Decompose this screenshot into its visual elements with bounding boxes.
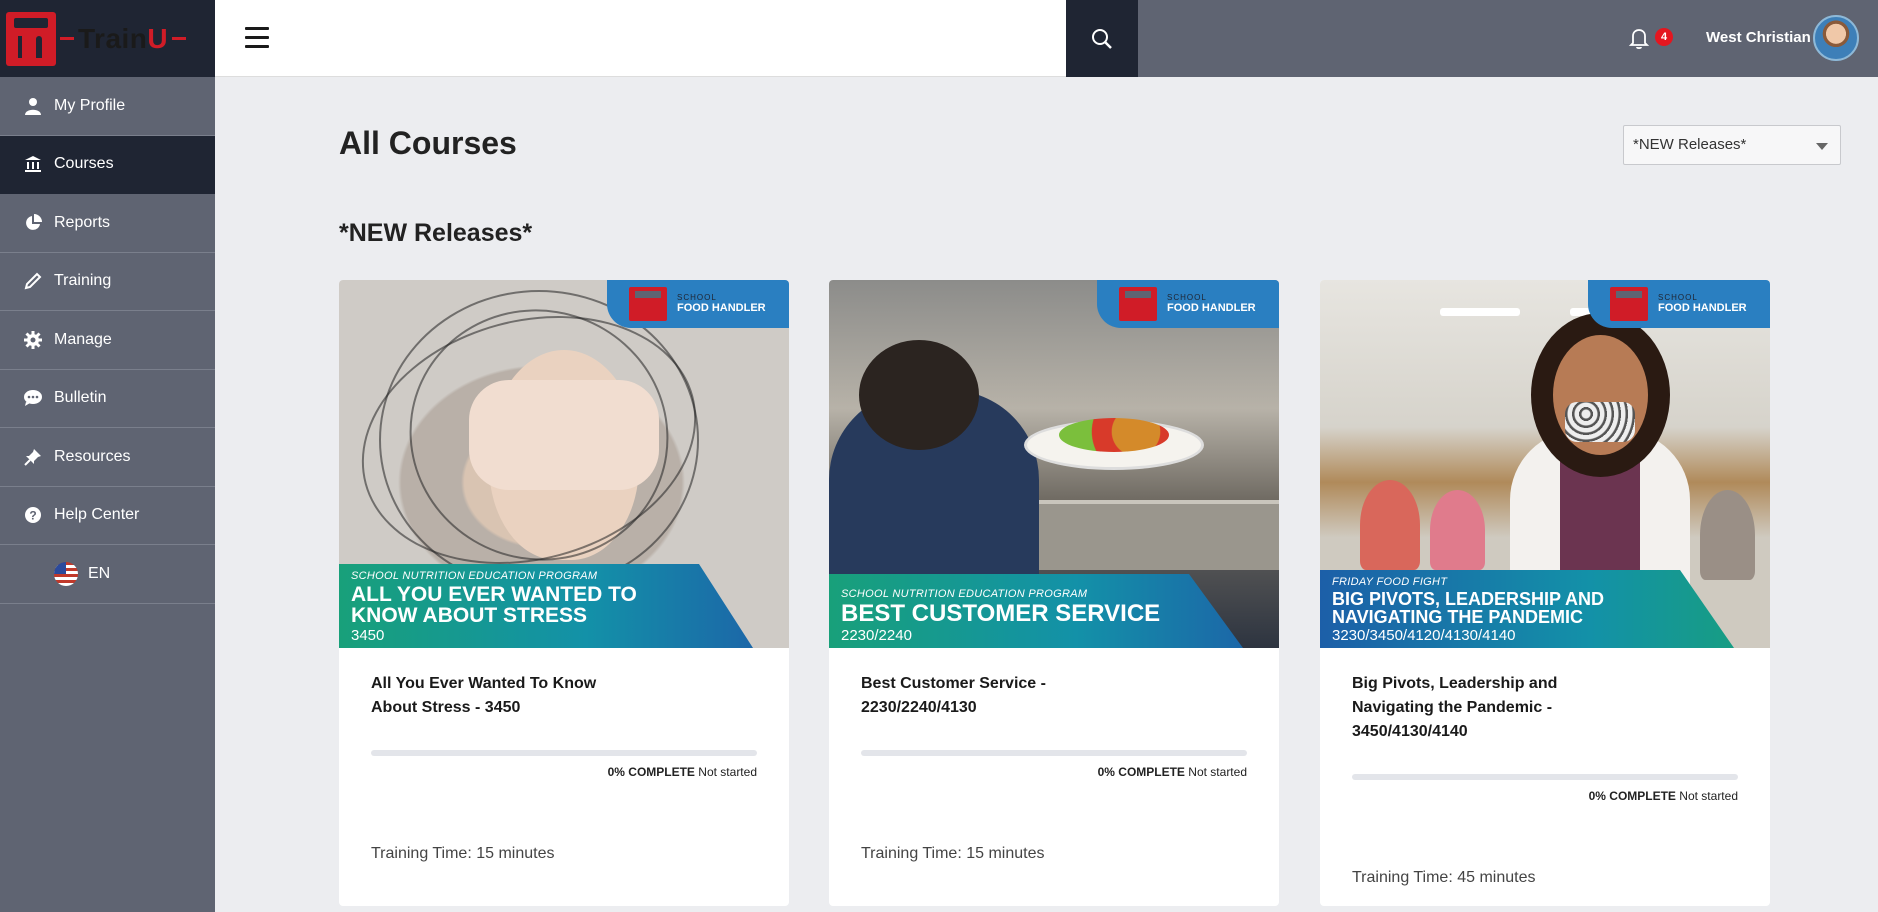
svg-text:?: ? (29, 509, 36, 523)
avatar[interactable] (1813, 15, 1859, 61)
course-card[interactable]: SCHOOL FOOD HANDLER FRIDAY FOOD FIGHT BIG… (1320, 280, 1770, 906)
training-time: Training Time: 15 minutes (861, 845, 1045, 862)
sidebar-item-label: Resources (54, 447, 131, 465)
topbar-search-area (215, 0, 1066, 77)
page-title: All Courses (339, 125, 517, 161)
language-selector[interactable]: EN (0, 545, 215, 604)
us-flag-icon (54, 561, 78, 586)
notification-badge: 4 (1655, 28, 1673, 46)
sidebar-item-label: Bulletin (54, 389, 107, 407)
course-title[interactable]: Best Customer Service - 2230/2240/4130 (861, 672, 1101, 720)
bell-icon[interactable] (1627, 26, 1651, 50)
sidebar-item-label: Help Center (54, 506, 140, 524)
app-logo[interactable]: TrainU (0, 0, 215, 77)
pie-chart-icon (22, 212, 44, 234)
progress-bar (1352, 774, 1738, 780)
progress-label: 0% COMPLETE Not started (1097, 765, 1247, 779)
sidebar-item-bulletin[interactable]: Bulletin (0, 370, 215, 428)
progress-bar (371, 750, 757, 756)
menu-toggle-icon[interactable] (245, 27, 269, 48)
sidebar-item-courses[interactable]: Courses (0, 135, 215, 194)
course-thumbnail: SCHOOL FOOD HANDLER SCHOOL NUTRITION EDUC… (829, 280, 1279, 648)
section-title: *NEW Releases* (339, 219, 533, 247)
training-time: Training Time: 45 minutes (1352, 869, 1536, 886)
logo-text: TrainU (78, 22, 169, 54)
course-thumbnail: SCHOOL FOOD HANDLER FRIDAY FOOD FIGHT BIG… (1320, 280, 1770, 648)
progress-label: 0% COMPLETE Not started (607, 765, 757, 779)
school-food-handler-logo: SCHOOL FOOD HANDLER (607, 280, 789, 328)
course-title[interactable]: All You Ever Wanted To Know About Stress… (371, 672, 611, 720)
progress-label: 0% COMPLETE Not started (1588, 789, 1738, 803)
pin-icon (22, 446, 44, 468)
logo-mark-icon (6, 11, 56, 66)
sidebar-item-label: My Profile (54, 96, 126, 114)
topbar: 4 West Christian (215, 0, 1878, 77)
school-food-handler-logo: SCHOOL FOOD HANDLER (1588, 280, 1770, 328)
chat-icon (22, 387, 44, 409)
filter-selected-value: *NEW Releases* (1633, 136, 1747, 153)
user-name[interactable]: West Christian (1706, 29, 1811, 46)
bank-icon (22, 153, 44, 175)
sidebar-item-my-profile[interactable]: My Profile (0, 77, 215, 136)
school-food-handler-logo: SCHOOL FOOD HANDLER (1097, 280, 1279, 328)
search-button[interactable] (1066, 0, 1138, 77)
sidebar-item-help-center[interactable]: ? Help Center (0, 487, 215, 545)
course-card[interactable]: SCHOOL FOOD HANDLER SCHOOL NUTRITION EDUC… (339, 280, 789, 906)
sidebar-item-training[interactable]: Training (0, 253, 215, 311)
course-card[interactable]: SCHOOL FOOD HANDLER SCHOOL NUTRITION EDUC… (829, 280, 1279, 906)
course-title[interactable]: Big Pivots, Leadership and Navigating th… (1352, 672, 1592, 744)
sidebar-item-resources[interactable]: Resources (0, 428, 215, 487)
language-label: EN (88, 564, 111, 582)
question-icon: ? (22, 504, 44, 526)
category-filter-select[interactable]: *NEW Releases* (1623, 125, 1841, 165)
pencil-icon (22, 270, 44, 292)
gear-icon (22, 329, 44, 351)
chevron-down-icon (1816, 143, 1828, 150)
search-icon (1092, 28, 1112, 49)
sidebar-item-label: Courses (54, 155, 114, 173)
sidebar-item-label: Training (54, 272, 112, 290)
sidebar-item-label: Reports (54, 213, 111, 231)
sidebar-item-label: Manage (54, 330, 112, 348)
training-time: Training Time: 15 minutes (371, 845, 555, 862)
user-icon (22, 95, 44, 117)
sidebar-item-reports[interactable]: Reports (0, 194, 215, 253)
sidebar-item-manage[interactable]: Manage (0, 311, 215, 370)
progress-bar (861, 750, 1247, 756)
course-thumbnail: SCHOOL FOOD HANDLER SCHOOL NUTRITION EDUC… (339, 280, 789, 648)
sidebar: TrainU My Profile Courses Reports Traini… (0, 0, 215, 912)
